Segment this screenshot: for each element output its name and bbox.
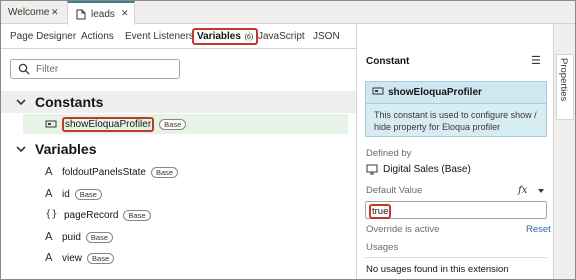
base-badge: Base [87,252,115,264]
tab-welcome-label: Welcome [8,7,50,18]
constants-section-header[interactable]: Constants [1,91,356,113]
close-icon[interactable]: ✕ [51,7,59,18]
a-type-icon: A [45,230,53,243]
card-header: showEloquaProfiler [366,82,546,104]
variables-section-header[interactable]: Variables [1,138,356,160]
chevron-down-icon[interactable] [15,143,27,155]
variable-name: id [62,188,70,200]
variable-name: view [62,252,83,264]
tab-page-designer[interactable]: Page Designer [10,28,76,45]
search-icon [18,63,30,75]
defined-by-value: Digital Sales (Base) [366,164,471,175]
variables-title: Variables [35,141,97,157]
tab-leads[interactable]: leads ✕ [67,1,135,25]
variable-item[interactable]: A view Base [45,250,115,266]
chevron-down-icon[interactable] [538,189,544,193]
a-type-icon: A [45,165,53,178]
constant-name: showEloquaProfiler [62,116,155,132]
filter-placeholder: Filter [36,64,59,75]
object-braces-icon: {} [45,209,58,220]
override-status: Override is active [366,224,440,235]
designer-tab-bar: Page Designer Actions Event Listeners Va… [1,24,356,49]
properties-rail: Properties [554,24,575,279]
variable-item[interactable]: A id Base [45,186,102,202]
constant-icon [45,118,57,130]
default-value-field[interactable]: true [365,201,547,219]
default-value-label: Default Value [366,185,423,196]
variable-name: foldoutPanelsState [62,166,146,178]
tab-leads-label: leads [91,8,115,20]
variable-name: pageRecord [64,209,119,221]
monitor-icon [366,164,378,175]
tab-actions[interactable]: Actions [81,28,114,45]
defined-by-text: Digital Sales (Base) [383,164,471,175]
hamburger-menu-icon[interactable]: ☰ [531,54,541,67]
a-type-icon: A [45,251,53,264]
editor-tab-bar: Welcome ✕ leads ✕ [1,1,575,25]
constant-icon [372,85,384,100]
properties-panel: Constant ☰ showEloquaProfiler This const… [356,24,554,279]
tab-variables-label: Variables [197,31,241,42]
tab-json[interactable]: JSON [313,28,340,45]
chevron-down-icon[interactable] [15,96,27,108]
a-type-icon: A [45,187,53,200]
app-window: Welcome ✕ leads ✕ Page Designer Actions … [0,0,576,280]
variable-name: puid [62,231,81,243]
divider [365,257,547,258]
usages-text: No usages found in this extension [366,264,509,275]
card-description: This constant is used to configure show … [374,110,537,132]
card-title: showEloquaProfiler [388,87,482,98]
panel-header: Constant [366,56,410,67]
constants-title: Constants [35,94,104,110]
tab-welcome[interactable]: Welcome ✕ [1,1,63,24]
default-value-text: true [369,204,392,219]
base-badge: Base [159,118,187,130]
tab-event-listeners[interactable]: Event Listeners [125,28,194,45]
variable-item[interactable]: A foldoutPanelsState Base [45,164,179,180]
constant-info-card: showEloquaProfiler This constant is used… [365,81,547,137]
fx-button[interactable]: fx [518,185,527,196]
properties-tab-label: Properties [558,58,569,102]
constant-item[interactable]: showEloquaProfiler Base [45,116,187,132]
base-badge: Base [85,231,114,243]
base-badge: Base [150,166,179,178]
tab-javascript[interactable]: JavaScript [258,28,305,45]
close-icon[interactable]: ✕ [121,8,129,19]
variable-item[interactable]: A puid Base [45,229,114,245]
defined-by-label: Defined by [366,148,412,159]
base-badge: Base [123,209,151,221]
reset-link[interactable]: Reset [526,224,551,235]
tab-separator [249,31,250,42]
variable-item[interactable]: {} pageRecord Base [45,207,151,223]
usages-label: Usages [366,242,399,253]
filter-input[interactable]: Filter [10,59,180,79]
page-file-icon [76,9,86,20]
base-badge: Base [74,188,102,200]
